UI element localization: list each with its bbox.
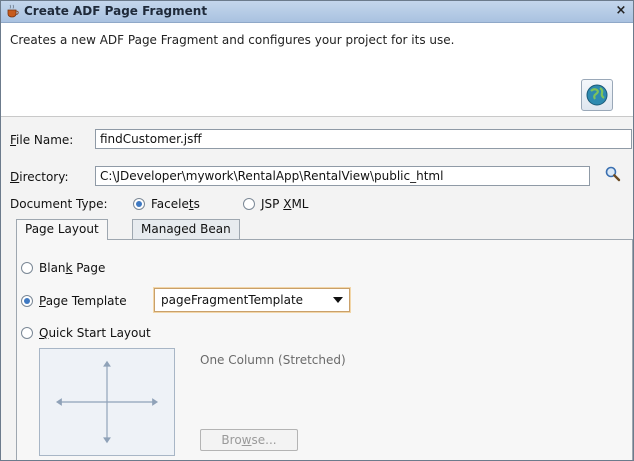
- adf-globe-icon: [581, 79, 613, 111]
- chevron-down-icon[interactable]: [333, 297, 343, 303]
- jsp-xml-radio[interactable]: [243, 198, 255, 210]
- tab-managed-bean[interactable]: Managed Bean: [132, 219, 240, 239]
- jdeveloper-cup-icon: [7, 4, 19, 18]
- page-template-value: pageFragmentTemplate: [161, 293, 304, 307]
- page-template-label: Page Template: [39, 294, 127, 308]
- dialog-title: Create ADF Page Fragment: [24, 4, 208, 18]
- layout-name: One Column (Stretched): [200, 353, 346, 367]
- page-template-select[interactable]: pageFragmentTemplate: [154, 288, 350, 312]
- search-icon[interactable]: [604, 165, 622, 183]
- browse-button[interactable]: Browse...: [200, 429, 298, 451]
- stretch-arrows-icon: [55, 360, 159, 444]
- title-bar: Create ADF Page Fragment ×: [1, 1, 633, 23]
- document-type-label: Document Type:: [10, 197, 108, 211]
- jsp-xml-label: JSP XML: [261, 197, 309, 211]
- tab-page-layout[interactable]: Page Layout: [16, 219, 108, 240]
- file-name-field[interactable]: findCustomer.jsff: [95, 129, 632, 149]
- create-adf-page-fragment-dialog: Create ADF Page Fragment × Creates a new…: [0, 0, 634, 461]
- quick-start-layout-label: Quick Start Layout: [39, 326, 151, 340]
- directory-label: Directory:: [10, 170, 69, 184]
- facelets-label: Facelets: [151, 197, 200, 211]
- blank-page-label: Blank Page: [39, 261, 106, 275]
- header-description: Creates a new ADF Page Fragment and conf…: [10, 33, 455, 47]
- facelets-radio[interactable]: [133, 198, 145, 210]
- close-button[interactable]: ×: [613, 3, 629, 19]
- page-template-radio[interactable]: [21, 295, 33, 307]
- blank-page-radio[interactable]: [21, 262, 33, 274]
- file-name-label: File Name:: [10, 133, 74, 147]
- layout-preview-thumbnail[interactable]: [39, 348, 175, 456]
- quick-start-layout-radio[interactable]: [21, 327, 33, 339]
- dialog-header: Creates a new ADF Page Fragment and conf…: [1, 23, 633, 117]
- directory-field[interactable]: C:\JDeveloper\mywork\RentalApp\RentalVie…: [95, 166, 590, 186]
